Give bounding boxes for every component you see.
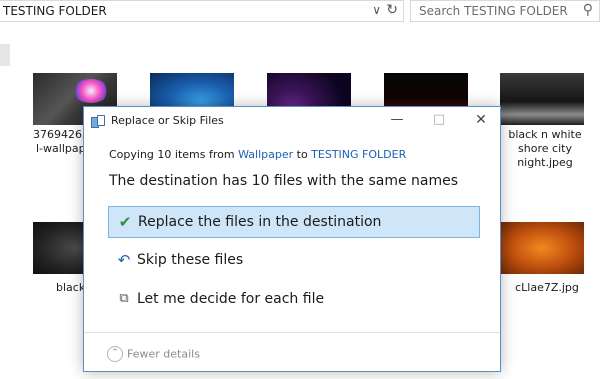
skip-files-option[interactable]: ↶ Skip these files [108, 245, 480, 277]
file-thumbnail[interactable] [500, 73, 584, 125]
copy-prefix: Copying 10 items from [109, 148, 235, 161]
refresh-icon[interactable]: ↻ [386, 2, 398, 18]
skip-arrow-icon: ↶ [117, 251, 131, 269]
address-path: TESTING FOLDER [3, 4, 107, 18]
to-word: to [296, 148, 308, 161]
chevron-up-icon: ⌃ [107, 346, 123, 362]
search-icon[interactable]: ⚲ [583, 2, 593, 18]
maximize-icon[interactable]: □ [428, 111, 450, 129]
replace-skip-dialog: Replace or Skip Files — □ ✕ Copying 10 i… [83, 106, 501, 372]
file-name[interactable]: cLlae7Z.jpg [505, 281, 589, 295]
copy-status-line: Copying 10 items from Wallpaper to TESTI… [109, 148, 406, 161]
file-name[interactable]: black n white [500, 128, 590, 142]
replace-files-option[interactable]: ✔ Replace the files in the destination [108, 206, 480, 238]
fewer-details-label: Fewer details [127, 347, 200, 361]
file-thumbnail[interactable] [500, 222, 584, 274]
footer-divider [84, 332, 500, 333]
minimize-icon[interactable]: — [386, 111, 408, 129]
compare-files-icon: ⧉ [119, 291, 129, 306]
fewer-details-toggle[interactable]: ⌃ Fewer details [107, 346, 200, 362]
address-bar[interactable]: TESTING FOLDER ∨ ↻ [0, 0, 404, 22]
file-name[interactable]: shore city [500, 142, 590, 156]
dialog-title: Replace or Skip Files [111, 114, 224, 127]
source-folder-link[interactable]: Wallpaper [238, 148, 293, 161]
chevron-down-icon[interactable]: ∨ [372, 3, 381, 17]
conflict-heading: The destination has 10 files with the sa… [109, 173, 459, 189]
option-label: Skip these files [137, 252, 244, 268]
nav-pane-edge [0, 44, 10, 66]
decide-each-file-option[interactable]: ⧉ Let me decide for each file [108, 284, 480, 316]
file-name[interactable]: night.jpeg [500, 156, 590, 170]
search-input[interactable]: Search TESTING FOLDER ⚲ [410, 0, 600, 22]
checkmark-icon: ✔ [118, 213, 132, 231]
dialog-titlebar[interactable]: Replace or Skip Files — □ ✕ [84, 107, 500, 135]
option-label: Let me decide for each file [137, 291, 325, 307]
file-copy-icon [91, 115, 105, 128]
search-placeholder: Search TESTING FOLDER [419, 4, 568, 18]
destination-folder-link[interactable]: TESTING FOLDER [311, 148, 406, 161]
option-label: Replace the files in the destination [138, 214, 382, 230]
close-icon[interactable]: ✕ [470, 111, 492, 129]
